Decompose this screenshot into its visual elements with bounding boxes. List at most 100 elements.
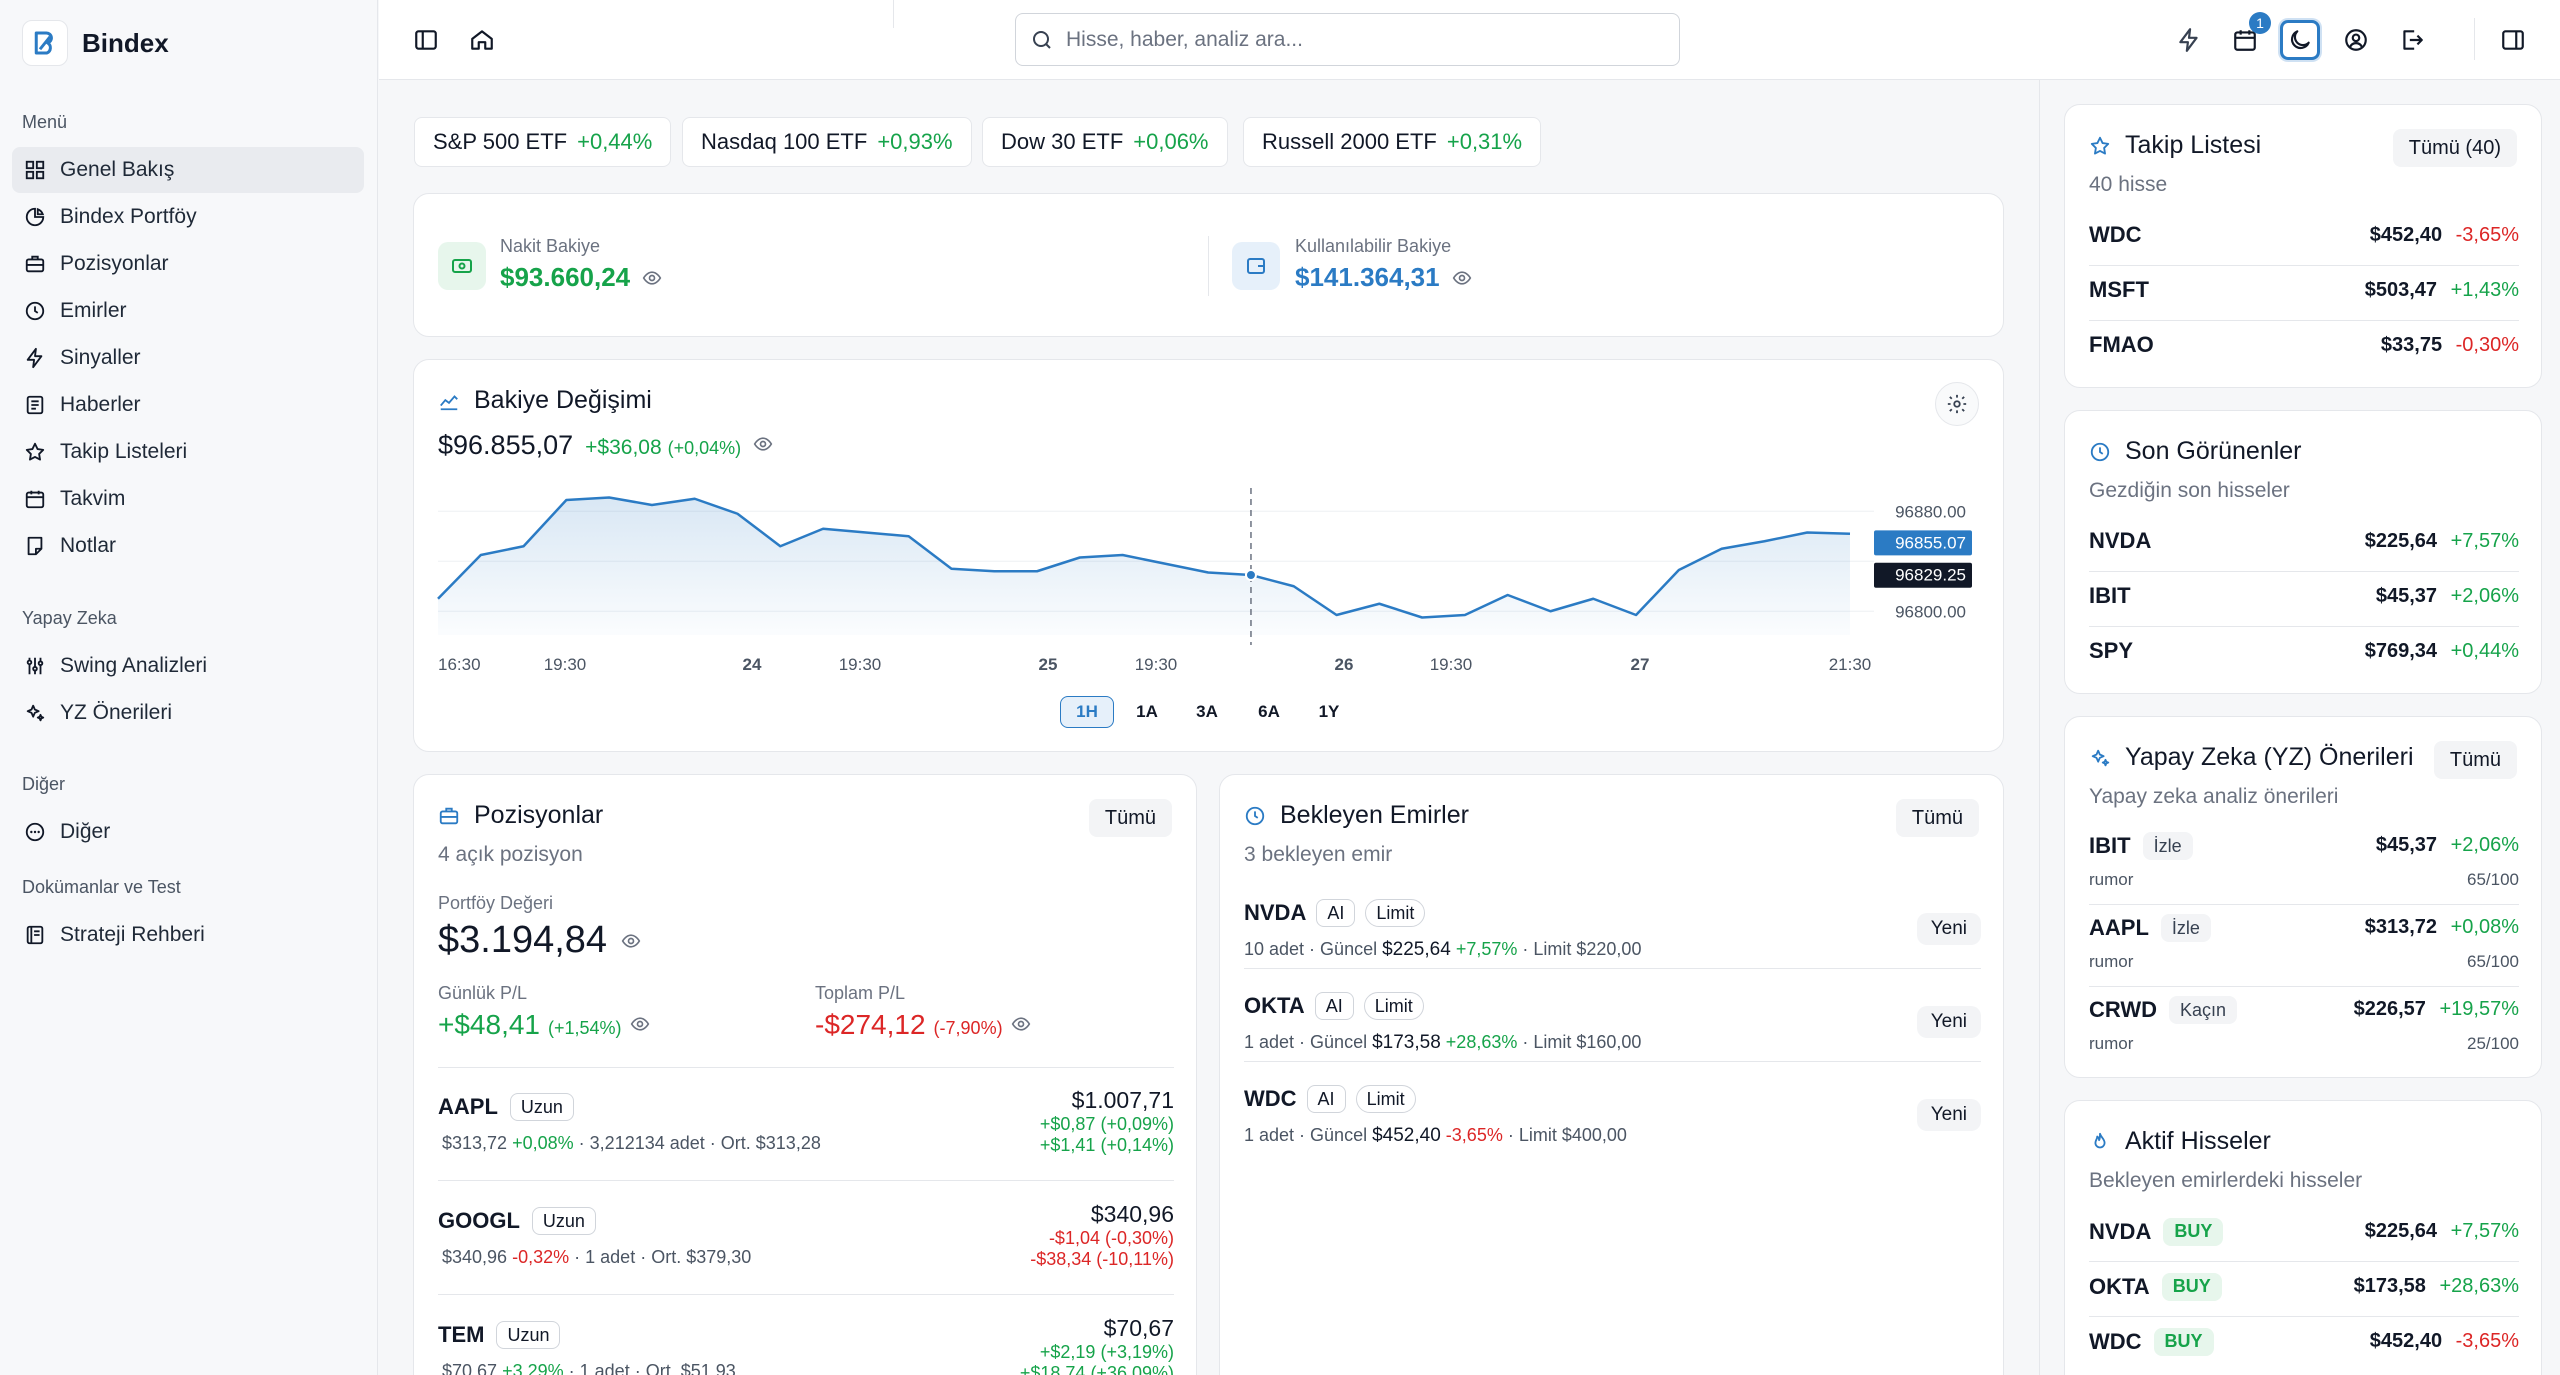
signals-button[interactable]	[2169, 20, 2209, 60]
search-box[interactable]	[1015, 13, 1680, 66]
nav-group-title: Diğer	[22, 774, 66, 794]
ticker-pill[interactable]: Dow 30 ETF +0,06%	[982, 117, 1228, 167]
ticker-pill[interactable]: Nasdaq 100 ETF +0,93%	[682, 117, 972, 167]
user-circle-icon	[2345, 29, 2367, 51]
stock-symbol: NVDA	[2089, 527, 2152, 553]
sidebar-item-notlar[interactable]: Notlar	[12, 523, 364, 569]
stock-change: +7,57%	[2450, 1219, 2519, 1242]
stock-symbol: SPY	[2089, 637, 2134, 663]
flame-icon	[2094, 1132, 2106, 1148]
stock-row[interactable]: NVDA BUY $225,64 +7,57%	[2065, 1206, 2543, 1261]
sidebar-item-genel-bakis[interactable]: Genel Bakış	[12, 147, 364, 193]
clock-icon	[2090, 442, 2110, 461]
range-button-6a[interactable]: 6A	[1242, 696, 1296, 728]
sidebar-item-label: Bindex Portföy	[60, 205, 197, 228]
range-button-1a[interactable]: 1A	[1120, 696, 1174, 728]
ai-recommendations-all-button[interactable]: Tümü	[2433, 741, 2517, 779]
stock-row[interactable]: NVDA $225,64 +7,57%	[2065, 516, 2543, 571]
position-symbol: AAPL	[438, 1094, 498, 1119]
profile-button[interactable]	[2336, 20, 2376, 60]
toggle-right-panel-button[interactable]	[2493, 20, 2533, 60]
range-button-1y[interactable]: 1Y	[1302, 696, 1356, 728]
ticker-change: +0,93%	[877, 129, 953, 154]
ai-recommendation-row[interactable]: CRWD Kaçın rumor $226,57 +19,57% 25/100	[2065, 986, 2543, 1068]
stock-quote: $503,47 +1,43%	[2365, 279, 2519, 302]
order-ai-tag: AI	[1314, 992, 1354, 1020]
range-button-3a[interactable]: 3A	[1180, 696, 1234, 728]
logout-button[interactable]	[2392, 20, 2432, 60]
portfolio-value-amount: $3.194,84	[438, 919, 608, 961]
pending-orders-all-button[interactable]: Tümü	[1895, 799, 1979, 837]
position-side-tag: Uzun	[496, 1321, 561, 1349]
stock-row[interactable]: OKTA BUY $173,58 +28,63%	[2065, 1261, 2543, 1316]
sidebar-item-emirler[interactable]: Emirler	[12, 288, 364, 334]
theme-toggle-button[interactable]	[2280, 20, 2320, 60]
stock-row[interactable]: MSFT $503,47 +1,43%	[2065, 265, 2543, 320]
balance-chart[interactable]: 16:30 19:30 24 19:30 25 19:30 26 19:30 27 21:30 96…	[414, 360, 2005, 753]
stock-symbol: IBIT	[2089, 582, 2131, 608]
stock-price: $45,37	[2375, 834, 2438, 856]
sidebar-item-label: Takip Listeleri	[60, 440, 188, 463]
toggle-sidebar-button[interactable]	[406, 20, 446, 60]
ai-recommendation-row[interactable]: IBIT İzle rumor $45,37 +2,06% 65/100	[2065, 822, 2543, 904]
positions-all-button[interactable]: Tümü	[1088, 799, 1172, 837]
active-stocks-card: Aktif Hisseler Bekleyen emirlerdeki hiss…	[2064, 1100, 2542, 1375]
position-detail: $70,67 +3,29% · 1 adet · Ort. $51,93	[442, 1361, 736, 1375]
ticker-pill[interactable]: S&P 500 ETF +0,44%	[414, 117, 672, 167]
divider	[1244, 1061, 1981, 1062]
sidebar-item-haberler[interactable]: Haberler	[12, 382, 364, 428]
stock-change: -3,65%	[2455, 223, 2519, 246]
stock-change: +28,63%	[2439, 1274, 2519, 1297]
ticker-pill[interactable]: Russell 2000 ETF +0,31%	[1243, 117, 1542, 167]
stock-row[interactable]: IBIT $45,37 +2,06%	[2065, 571, 2543, 626]
sidebar-item-strateji-rehberi[interactable]: Strateji Rehberi	[12, 912, 364, 958]
stock-row[interactable]: FMAO $33,75 -0,30%	[2065, 320, 2543, 375]
range-button-1h[interactable]: 1H	[1060, 696, 1114, 728]
position-row-tem[interactable]: TEM Uzun $70,67 +3,29% · 1 adet · Ort. $…	[414, 1301, 1198, 1375]
sidebar-item-sinyaller[interactable]: Sinyaller	[12, 335, 364, 381]
sidebar-item-swing-analizleri[interactable]: Swing Analizleri	[12, 643, 364, 689]
eye-icon[interactable]	[1011, 1014, 1031, 1034]
eye-icon[interactable]	[621, 931, 641, 951]
stock-change: +2,06%	[2450, 834, 2519, 856]
pending-orders-title: Bekleyen Emirler	[1280, 801, 1469, 829]
stock-row[interactable]: WDC BUY $452,40 -3,65%	[2065, 1316, 2543, 1371]
stock-row[interactable]: SPY $769,34 +0,44%	[2065, 626, 2543, 681]
sidebar-item-bindex-portfoy[interactable]: Bindex Portföy	[12, 194, 364, 240]
stock-change: +0,44%	[2450, 639, 2519, 662]
brand[interactable]: Bindex	[22, 20, 169, 66]
stock-price: $33,75	[2380, 333, 2443, 356]
stock-row[interactable]: WDC $452,40 -3,65%	[2065, 210, 2543, 265]
stock-symbol: OKTA	[2089, 1273, 2150, 1299]
available-balance-amount: $141.364,31	[1295, 262, 1440, 292]
watchlist-all-button[interactable]: Tümü (40)	[2392, 129, 2517, 167]
sidebar-item-yz-onerileri[interactable]: YZ Önerileri	[12, 690, 364, 736]
eye-icon[interactable]	[1452, 268, 1472, 288]
order-row-okta[interactable]: OKTA AI Limit 1 adet · Güncel $173,58 +2…	[1220, 982, 2005, 1068]
position-row-googl[interactable]: GOOGL Uzun $340,96 -0,32% · 1 adet · Ort…	[414, 1187, 1198, 1301]
position-qty: · 1 adet · Ort. $379,30	[574, 1247, 752, 1267]
sidebar-item-takvim[interactable]: Takvim	[12, 476, 364, 522]
calendar-button[interactable]: 1	[2225, 12, 2271, 60]
total-pl-label: Toplam P/L	[815, 983, 906, 1003]
sidebar-item-diger[interactable]: Diğer	[12, 809, 364, 855]
ticker-change: +0,06%	[1133, 129, 1209, 154]
stock-symbol: WDC	[2089, 1328, 2142, 1354]
stock-quote: $313,72 +0,08%	[2365, 916, 2519, 939]
stock-symbol: FMAO	[2089, 331, 2154, 357]
eye-icon[interactable]	[630, 1014, 650, 1034]
recommendation-score: 65/100	[2467, 952, 2519, 971]
position-row-aapl[interactable]: AAPL Uzun $313,72 +0,08% · 3,212134 adet…	[414, 1073, 1198, 1187]
home-button[interactable]	[462, 20, 502, 60]
search-input[interactable]	[1066, 27, 1646, 52]
ai-recommendation-row[interactable]: AAPL İzle rumor $313,72 +0,08% 65/100	[2065, 904, 2543, 986]
eye-icon[interactable]	[642, 268, 662, 288]
sidebar-item-pozisyonlar[interactable]: Pozisyonlar	[12, 241, 364, 287]
sidebar-item-takip-listeleri[interactable]: Takip Listeleri	[12, 429, 364, 475]
order-row-wdc[interactable]: WDC AI Limit 1 adet · Güncel $452,40 -3,…	[1220, 1075, 2005, 1161]
position-value: $70,67	[1103, 1315, 1174, 1341]
order-detail: 10 adet · Güncel $225,64 +7,57% · Limit …	[1244, 939, 1641, 961]
brand-name: Bindex	[82, 27, 169, 58]
order-qty: 1 adet · Güncel	[1244, 1032, 1368, 1052]
order-row-nvda[interactable]: NVDA AI Limit 10 adet · Güncel $225,64 +…	[1220, 889, 2005, 975]
